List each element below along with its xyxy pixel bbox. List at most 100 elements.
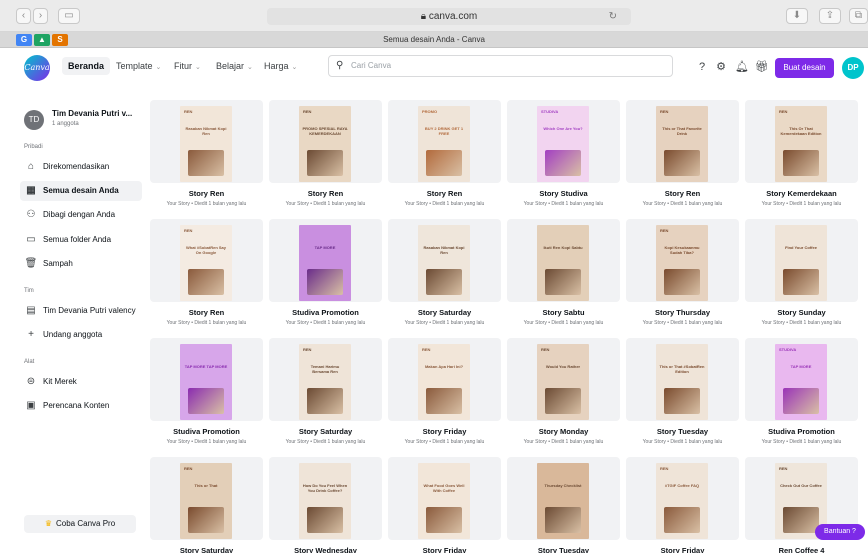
design-thumbnail-frame[interactable]: REN This Or That Kemerdekaan Edition: [745, 100, 858, 183]
design-title[interactable]: Story Ren: [626, 189, 739, 198]
sidebar-item-content-planner[interactable]: ▣ Perencana Konten: [20, 396, 142, 416]
try-canva-pro-button[interactable]: ♛ Coba Canva Pro: [24, 515, 136, 533]
address-bar[interactable]: 🔒︎ canva.com ↻: [267, 8, 631, 25]
design-title[interactable]: Story Saturday: [269, 427, 382, 436]
team-avatar[interactable]: TD: [24, 110, 44, 130]
design-thumbnail-frame[interactable]: STUDIVA TAP MORE: [745, 338, 858, 421]
nav-template[interactable]: Template ⌄: [116, 61, 161, 71]
design-thumbnail[interactable]: This or That #SobatRen Edition: [656, 344, 708, 420]
design-thumbnail[interactable]: Ikuti Ren Kopi Sabtu: [537, 225, 589, 301]
sidebar-item-brand-kit[interactable]: ⊜ Kit Merek: [20, 372, 142, 392]
sidebar-toggle-icon[interactable]: ▭: [58, 8, 80, 24]
design-title[interactable]: Story Friday: [388, 546, 501, 553]
design-thumbnail-frame[interactable]: What Food Goes Well With Coffee: [388, 457, 501, 540]
design-thumbnail-frame[interactable]: How Do You Feel When You Drink Coffee?: [269, 457, 382, 540]
design-thumbnail[interactable]: STUDIVA Which One Are You?: [537, 106, 589, 182]
design-title[interactable]: Ren Coffee 4: [745, 546, 858, 553]
design-thumbnail[interactable]: REN This or That Favorite Drink: [656, 106, 708, 182]
design-title[interactable]: Story Saturday: [388, 308, 501, 317]
design-thumbnail-frame[interactable]: REN Kopi Kesukaanmu Sudah Tiba?: [626, 219, 739, 302]
design-thumbnail-frame[interactable]: REN Temani Harimu Bersama Ren: [269, 338, 382, 421]
design-thumbnail[interactable]: Thursday Checklist: [537, 463, 589, 539]
design-title[interactable]: Story Tuesday: [507, 546, 620, 553]
design-thumbnail[interactable]: REN Makan Apa Hari Ini?: [418, 344, 470, 420]
design-thumbnail[interactable]: REN #TGIF Coffee FAQ: [656, 463, 708, 539]
active-tab-title[interactable]: Semua desain Anda - Canva: [0, 32, 868, 48]
design-title[interactable]: Story Kemerdekaan: [745, 189, 858, 198]
design-title[interactable]: Story Thursday: [626, 308, 739, 317]
design-title[interactable]: Story Wednesday: [269, 546, 382, 553]
design-thumbnail-frame[interactable]: REN #TGIF Coffee FAQ: [626, 457, 739, 540]
design-thumbnail[interactable]: STUDIVA TAP MORE: [775, 344, 827, 420]
design-thumbnail[interactable]: REN This or That: [180, 463, 232, 539]
settings-gear-icon[interactable]: ⚙: [714, 61, 728, 73]
design-thumbnail[interactable]: REN Temani Harimu Bersama Ren: [299, 344, 351, 420]
design-thumbnail-frame[interactable]: PROMO BUY 2 DRINK GET 1 FREE: [388, 100, 501, 183]
design-thumbnail[interactable]: REN This Or That Kemerdekaan Edition: [775, 106, 827, 182]
design-thumbnail[interactable]: REN Rasakan Nikmat Kopi Ren: [180, 106, 232, 182]
canva-logo[interactable]: Canva: [24, 55, 50, 81]
design-thumbnail-frame[interactable]: REN Makan Apa Hari Ini?: [388, 338, 501, 421]
design-title[interactable]: Story Saturday: [150, 546, 263, 553]
design-title[interactable]: Story Monday: [507, 427, 620, 436]
design-thumbnail-frame[interactable]: REN PROMO SPESIAL RAYA KEMERDEKAAN: [269, 100, 382, 183]
user-avatar[interactable]: DP: [842, 57, 864, 79]
sidebar-item-shared[interactable]: ⚇ Dibagi dengan Anda: [20, 205, 142, 225]
design-thumbnail[interactable]: PROMO BUY 2 DRINK GET 1 FREE: [418, 106, 470, 182]
design-thumbnail-frame[interactable]: REN Rasakan Nikmat Kopi Ren: [150, 100, 263, 183]
notification-bell-icon[interactable]: 🔔︎: [735, 61, 749, 73]
nav-harga[interactable]: Harga ⌄: [264, 61, 297, 71]
design-title[interactable]: Story Ren: [388, 189, 501, 198]
design-thumbnail[interactable]: REN Kopi Kesukaanmu Sudah Tiba?: [656, 225, 708, 301]
sidebar-item-all-designs[interactable]: ▦ Semua desain Anda: [20, 181, 142, 201]
design-thumbnail[interactable]: TAP MORE: [299, 225, 351, 301]
design-thumbnail-frame[interactable]: Rasakan Nikmat Kopi Ren: [388, 219, 501, 302]
nav-beranda[interactable]: Beranda: [62, 57, 111, 75]
help-icon[interactable]: ?: [695, 61, 709, 73]
design-thumbnail-frame[interactable]: REN This or That: [150, 457, 263, 540]
reload-icon[interactable]: ↻: [609, 8, 617, 25]
design-title[interactable]: Story Ren: [269, 189, 382, 198]
design-thumbnail[interactable]: REN PROMO SPESIAL RAYA KEMERDEKAAN: [299, 106, 351, 182]
design-thumbnail[interactable]: TAP MORE TAP MORE: [180, 344, 232, 420]
design-thumbnail-frame[interactable]: TAP MORE: [269, 219, 382, 302]
design-title[interactable]: Story Ren: [150, 189, 263, 198]
forward-icon[interactable]: ›: [33, 8, 48, 24]
design-thumbnail[interactable]: REN What #SobatRen Say On Google: [180, 225, 232, 301]
create-design-button[interactable]: Buat desain: [775, 58, 834, 78]
download-icon[interactable]: ⬇: [786, 8, 808, 24]
sidebar-item-folders[interactable]: ▭ Semua folder Anda: [20, 230, 142, 250]
design-thumbnail-frame[interactable]: STUDIVA Which One Are You?: [507, 100, 620, 183]
design-thumbnail-frame[interactable]: REN What #SobatRen Say On Google: [150, 219, 263, 302]
design-title[interactable]: Story Sunday: [745, 308, 858, 317]
design-title[interactable]: Story Tuesday: [626, 427, 739, 436]
design-thumbnail-frame[interactable]: REN This or That Favorite Drink: [626, 100, 739, 183]
design-title[interactable]: Story Studiva: [507, 189, 620, 198]
back-icon[interactable]: ‹: [16, 8, 31, 24]
design-thumbnail-frame[interactable]: Find Your Coffee: [745, 219, 858, 302]
sidebar-item-invite[interactable]: + Undang anggota: [20, 325, 142, 345]
design-thumbnail-frame[interactable]: This or That #SobatRen Edition: [626, 338, 739, 421]
sidebar-item-team[interactable]: ▤ Tim Devania Putri valency: [20, 301, 142, 321]
team-name[interactable]: Tim Devania Putri v...: [52, 109, 132, 118]
design-title[interactable]: Story Friday: [626, 546, 739, 553]
design-thumbnail[interactable]: What Food Goes Well With Coffee: [418, 463, 470, 539]
design-title[interactable]: Story Sabtu: [507, 308, 620, 317]
design-thumbnail-frame[interactable]: Ikuti Ren Kopi Sabtu: [507, 219, 620, 302]
design-thumbnail[interactable]: Find Your Coffee: [775, 225, 827, 301]
sidebar-item-trash[interactable]: 🗑︎ Sampah: [20, 254, 142, 274]
tabs-overview-icon[interactable]: ⧉: [849, 8, 868, 24]
design-title[interactable]: Studiva Promotion: [150, 427, 263, 436]
design-title[interactable]: Story Ren: [150, 308, 263, 317]
share-icon[interactable]: ⇪: [819, 8, 841, 24]
nav-fitur[interactable]: Fitur ⌄: [174, 61, 201, 71]
design-thumbnail[interactable]: How Do You Feel When You Drink Coffee?: [299, 463, 351, 539]
search-input[interactable]: ⚲ Cari Canva: [328, 55, 673, 77]
design-thumbnail[interactable]: Rasakan Nikmat Kopi Ren: [418, 225, 470, 301]
sidebar-item-recommended[interactable]: ⌂ Direkomendasikan: [20, 157, 142, 177]
design-thumbnail-frame[interactable]: Thursday Checklist: [507, 457, 620, 540]
design-thumbnail[interactable]: REN Would You Rather: [537, 344, 589, 420]
help-button[interactable]: Bantuan ?: [815, 524, 865, 540]
design-title[interactable]: Studiva Promotion: [269, 308, 382, 317]
design-title[interactable]: Story Friday: [388, 427, 501, 436]
